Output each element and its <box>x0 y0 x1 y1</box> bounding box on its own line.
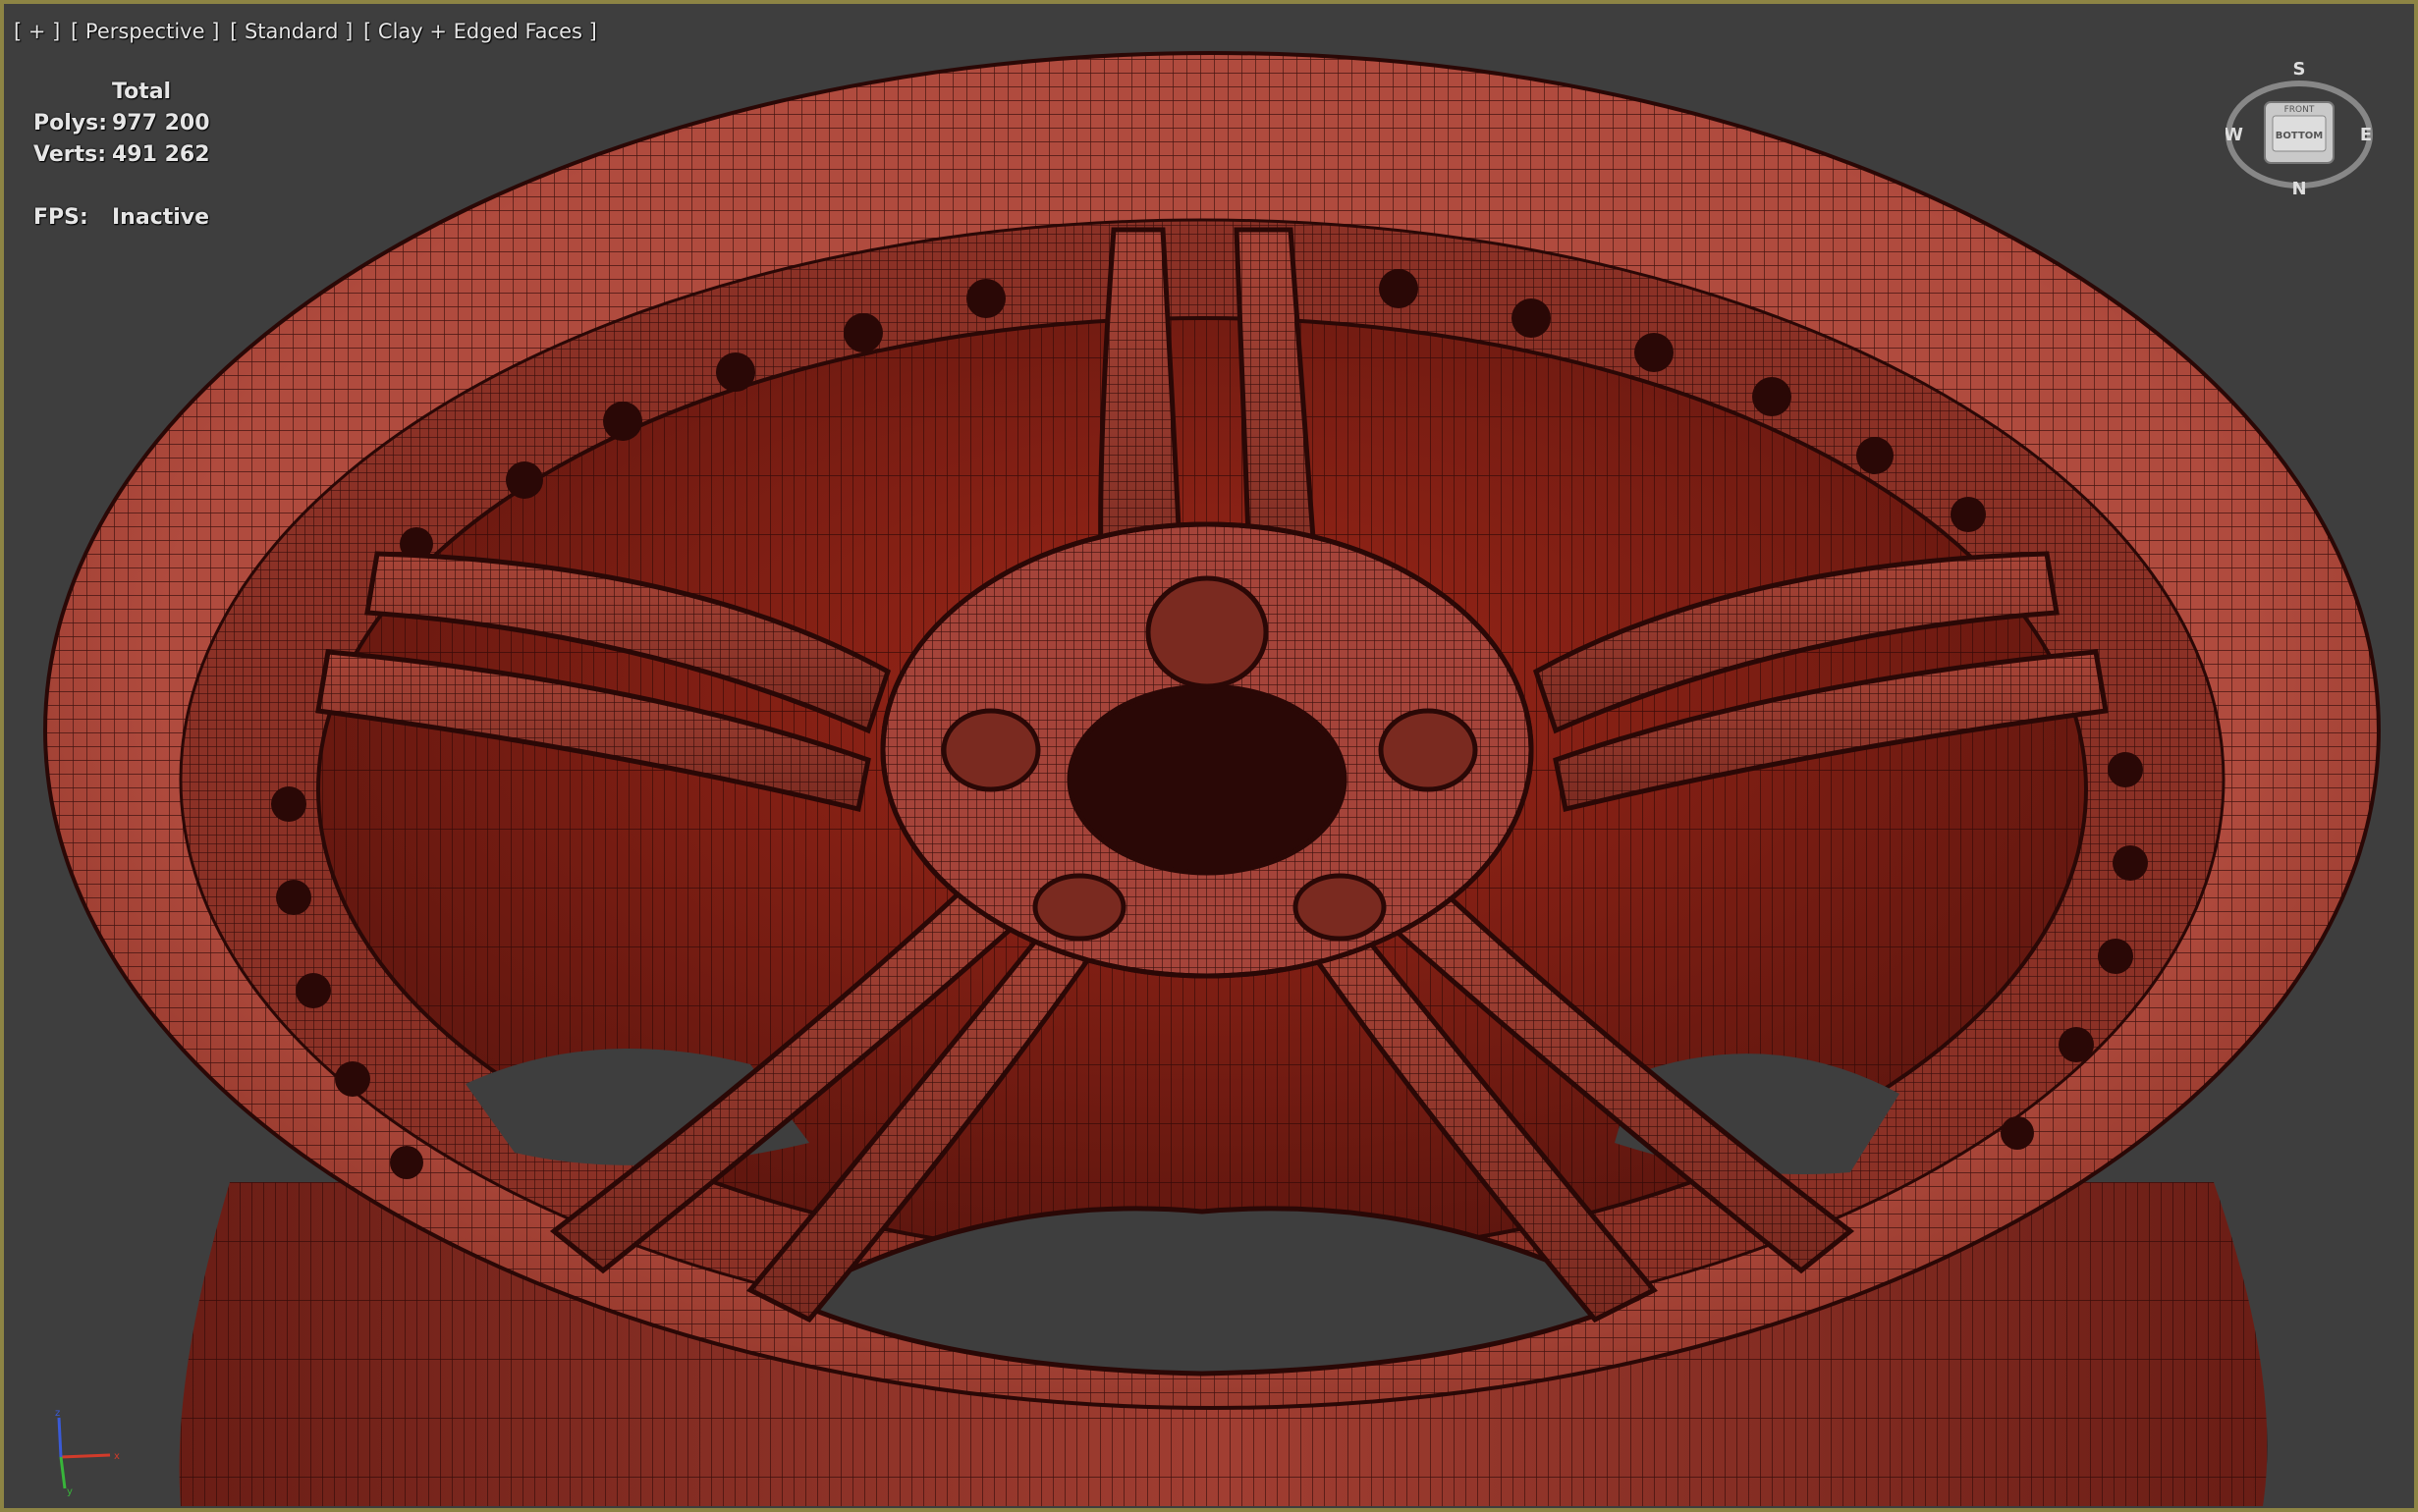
shading-label[interactable]: [ Clay + Edged Faces ] <box>363 20 597 43</box>
hub <box>880 521 1534 979</box>
axis-y-label: y <box>67 1486 73 1496</box>
axis-tripod-icon: x z y <box>55 1408 120 1496</box>
axis-x-label: x <box>114 1451 120 1462</box>
viewcube-face-top: FRONT <box>2284 105 2315 115</box>
polys-label: Polys: <box>33 111 108 135</box>
compass-south: S <box>2293 61 2306 80</box>
compass-west: W <box>2226 125 2243 145</box>
axis-z-label: z <box>55 1408 60 1419</box>
fps-value: Inactive <box>112 205 210 230</box>
polys-value: 977 200 <box>112 111 210 135</box>
wheel-model[interactable] <box>4 4 2418 1512</box>
camera-label[interactable]: [ Standard ] <box>230 20 353 43</box>
viewcube-face-main: BOTTOM <box>2276 131 2323 141</box>
compass-east: E <box>2360 125 2372 145</box>
stats-header: Total <box>112 80 172 104</box>
compass-north: N <box>2291 179 2306 198</box>
verts-label: Verts: <box>33 142 107 167</box>
verts-value: 491 262 <box>112 142 210 167</box>
viewport-menu-label[interactable]: [ + ] <box>14 20 60 43</box>
viewport[interactable]: [ + ] [ Perspective ] [ Standard ] [ Cla… <box>0 0 2418 1512</box>
statistics-overlay: Total Polys: 977 200 Verts: 491 262 FPS: In… <box>33 77 210 234</box>
fps-label: FPS: <box>33 205 88 230</box>
viewcube-icon[interactable]: S N W E FRONT BOTTOM <box>2226 61 2373 198</box>
viewport-labels: [ + ] [ Perspective ] [ Standard ] [ Cla… <box>14 20 601 43</box>
view-label[interactable]: [ Perspective ] <box>71 20 219 43</box>
